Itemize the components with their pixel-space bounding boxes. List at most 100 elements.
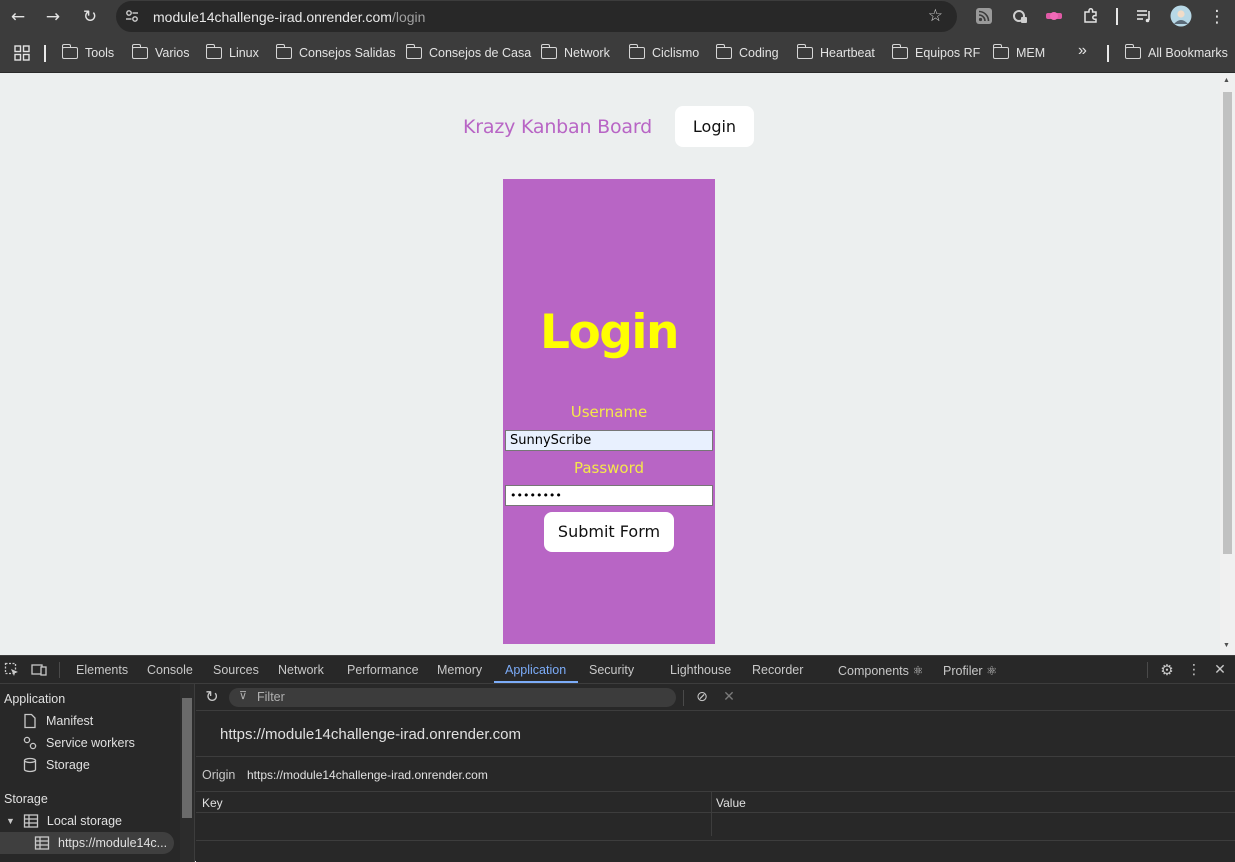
bookmark-folder-equipos-rf[interactable]: Equipos RF <box>891 44 980 61</box>
username-input[interactable]: SunnyScribe <box>505 430 713 451</box>
bookmark-label: Tools <box>85 46 115 60</box>
sidebar-scrollbar-thumb[interactable] <box>182 698 192 818</box>
extensions-puzzle-icon[interactable] <box>1081 6 1101 26</box>
url-path: /login <box>391 9 426 25</box>
filter-funnel-icon: ⊽ <box>239 689 248 702</box>
tab-memory[interactable]: Memory <box>437 663 482 677</box>
tab-profiler[interactable]: Profiler ⚛ <box>943 663 997 678</box>
page-viewport: Krazy Kanban Board Login Login Username … <box>0 74 1235 655</box>
apps-grid-icon[interactable] <box>14 45 30 61</box>
password-label: Password <box>573 459 645 477</box>
sidebar-item-local-storage-origin[interactable]: https://module14c... <box>34 835 167 851</box>
bookmark-label: Consejos Salidas <box>299 46 396 60</box>
storage-toolbar: ↻ ⊽ Filter ⊘ ✕ <box>196 684 1235 711</box>
bookmark-folder-mem[interactable]: MEM <box>992 44 1045 61</box>
brand-title[interactable]: Krazy Kanban Board <box>463 116 652 138</box>
recorder-extension-icon[interactable] <box>1044 6 1064 26</box>
sidebar-scrollbar[interactable] <box>180 684 194 862</box>
folder-icon <box>61 44 78 59</box>
column-header-value[interactable]: Value <box>716 796 746 810</box>
devtools-menu-icon[interactable]: ⋮ <box>1186 662 1202 678</box>
scroll-down-icon[interactable]: ▼ <box>1223 642 1230 649</box>
bookmark-label: Heartbeat <box>820 46 875 60</box>
bookmark-label: Ciclismo <box>652 46 700 60</box>
settings-gear-icon[interactable]: ⚙ <box>1159 662 1175 678</box>
expand-triangle-icon[interactable]: ▼ <box>6 816 15 826</box>
table-icon <box>34 836 50 850</box>
bookmark-folder-consejos-de-casa[interactable]: Consejos de Casa <box>405 44 531 61</box>
tab-lighthouse[interactable]: Lighthouse <box>670 663 731 677</box>
sidebar-item-service-workers[interactable]: Service workers <box>22 735 135 751</box>
delete-selected-icon[interactable]: ✕ <box>721 689 737 705</box>
scrollbar-thumb[interactable] <box>1223 92 1232 554</box>
inspect-element-icon[interactable] <box>4 662 20 678</box>
bookmark-folder-varios[interactable]: Varios <box>131 44 190 61</box>
bookmark-folder-network[interactable]: Network <box>540 44 610 61</box>
media-playlist-icon[interactable] <box>1134 6 1154 26</box>
folder-icon <box>628 44 645 59</box>
site-settings-icon[interactable] <box>124 8 140 24</box>
column-header-key[interactable]: Key <box>202 796 223 810</box>
sidebar-item-label: Storage <box>46 758 90 772</box>
tab-console[interactable]: Console <box>147 663 193 677</box>
sidebar-item-local-storage[interactable]: ▼ Local storage <box>6 813 122 829</box>
folder-icon <box>205 44 222 59</box>
close-devtools-icon[interactable]: ✕ <box>1212 662 1228 678</box>
refresh-icon[interactable]: ↻ <box>204 689 220 705</box>
page-scrollbar[interactable]: ▲ ▼ <box>1220 74 1235 655</box>
tab-performance[interactable]: Performance <box>347 663 419 677</box>
bookmarks-divider <box>1107 45 1109 62</box>
extension-icon[interactable] <box>1010 6 1030 26</box>
bookmark-folder-heartbeat[interactable]: Heartbeat <box>796 44 875 61</box>
folder-icon <box>891 44 908 59</box>
bookmarks-divider <box>44 45 46 62</box>
folder-icon <box>405 44 422 59</box>
scroll-up-icon[interactable]: ▲ <box>1223 77 1230 84</box>
filter-input[interactable]: ⊽ Filter <box>229 688 676 707</box>
nav-login-button[interactable]: Login <box>675 106 754 147</box>
tab-sources[interactable]: Sources <box>213 663 259 677</box>
bookmark-folder-tools[interactable]: Tools <box>61 44 115 61</box>
rss-extension-icon[interactable] <box>974 6 994 26</box>
database-icon <box>23 757 37 773</box>
sidebar-item-storage[interactable]: Storage <box>22 757 90 773</box>
bookmark-folder-consejos-salidas[interactable]: Consejos Salidas <box>275 44 396 61</box>
folder-icon <box>275 44 292 59</box>
submit-form-button[interactable]: Submit Form <box>544 512 674 552</box>
username-label: Username <box>570 403 648 421</box>
all-bookmarks-label: All Bookmarks <box>1148 46 1228 60</box>
bookmark-folder-ciclismo[interactable]: Ciclismo <box>628 44 700 61</box>
reload-icon[interactable]: ↻ <box>77 4 103 30</box>
password-input[interactable]: •••••••• <box>505 485 713 506</box>
forward-icon[interactable]: → <box>40 4 66 30</box>
bookmarks-overflow-icon[interactable]: » <box>1078 42 1087 59</box>
table-row[interactable] <box>196 813 1235 841</box>
browser-menu-icon[interactable]: ⋮ <box>1204 4 1230 30</box>
bookmarks-bar: Tools Varios Linux Consejos Salidas Cons… <box>0 33 1235 73</box>
tab-security[interactable]: Security <box>589 663 634 677</box>
clear-all-icon[interactable]: ⊘ <box>694 689 710 705</box>
sidebar-item-manifest[interactable]: Manifest <box>22 713 93 729</box>
sidebar-item-label: https://module14c... <box>58 836 168 850</box>
tab-elements[interactable]: Elements <box>76 663 128 677</box>
folder-icon <box>992 44 1009 59</box>
devtools-panel: Elements Console Sources Network Perform… <box>0 655 1235 862</box>
address-bar[interactable]: module14challenge-irad.onrender.com/logi… <box>116 1 957 32</box>
tab-components[interactable]: Components ⚛ <box>838 663 924 678</box>
tab-application[interactable]: Application <box>505 663 566 677</box>
device-toolbar-icon[interactable] <box>31 662 47 678</box>
table-icon <box>23 814 39 828</box>
all-bookmarks-button[interactable]: All Bookmarks <box>1124 44 1228 61</box>
tab-recorder[interactable]: Recorder <box>752 663 803 677</box>
table-header: Key Value <box>196 792 1235 813</box>
bookmark-star-icon[interactable]: ☆ <box>928 6 943 26</box>
bookmark-folder-coding[interactable]: Coding <box>715 44 779 61</box>
local-storage-table: Key Value <box>196 792 1235 841</box>
document-icon <box>24 713 36 729</box>
profile-avatar[interactable] <box>1170 5 1192 27</box>
tab-network[interactable]: Network <box>278 663 324 677</box>
sidebar-item-label: Local storage <box>46 814 122 828</box>
bookmark-folder-linux[interactable]: Linux <box>205 44 259 61</box>
url-host: module14challenge-irad.onrender.com <box>153 9 392 25</box>
back-icon[interactable]: ← <box>5 4 31 30</box>
